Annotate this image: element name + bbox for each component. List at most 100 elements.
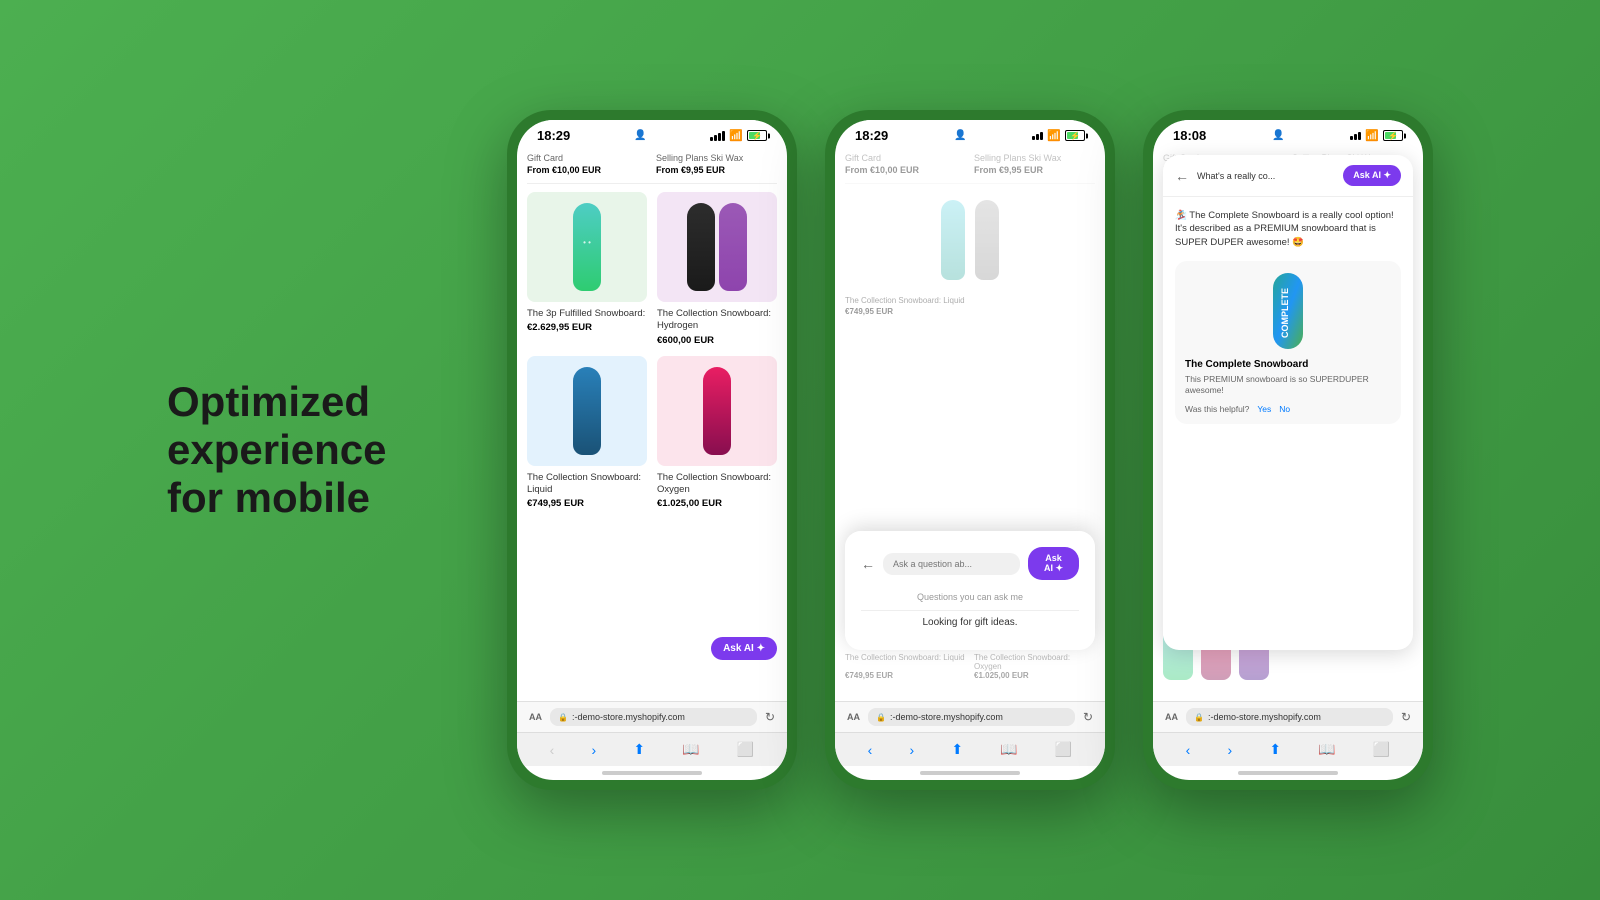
phone1-home-indicator [517,766,787,780]
phone1-browser-bar: AA 🔒 :-demo-store.myshopify.com ↻ [517,701,787,732]
phone3-aa[interactable]: AA [1165,712,1178,722]
phone3-nav-back[interactable]: ‹ [1186,742,1191,758]
home-bar-1 [602,771,702,775]
phone3-nav-forward[interactable]: › [1227,742,1232,758]
p2-bot-prod1-name: The Collection Snowboard: Liquid [845,653,966,671]
phone2-aa[interactable]: AA [847,712,860,722]
heading-line2: experience [167,426,386,473]
phone2-browser-bar: AA 🔒 :-demo-store.myshopify.com ↻ [835,701,1105,732]
product-card-1[interactable]: The 3p Fulfilled Snowboard: €2.629,95 EU… [527,192,647,346]
p2-gift-name: Gift Card [845,153,966,163]
p2-gift-price: From €10,00 EUR [845,165,966,175]
chat-product-card[interactable]: COMPLETE The Complete Snowboard This PRE… [1175,261,1401,424]
phone2-status-bar: 18:29 👤 📶 ⚡ [835,120,1105,147]
phone2-nav-tabs[interactable]: ⬜ [1055,741,1072,758]
phone2-url-bar[interactable]: 🔒 :-demo-store.myshopify.com [868,708,1075,726]
phone2-bottom-products: The Collection Snowboard: Liquid The Col… [845,653,1095,680]
product-grid: The 3p Fulfilled Snowboard: €2.629,95 EU… [527,192,777,509]
helpful-label: Was this helpful? [1185,404,1249,414]
bar1-3 [1350,136,1353,140]
modal-search-input[interactable] [883,553,1020,575]
phone3-browser-bar: AA 🔒 :-demo-store.myshopify.com ↻ [1153,701,1423,732]
bar2-2 [1036,134,1039,140]
product-image-1 [527,192,647,302]
phone1-scroll[interactable]: Gift Card From €10,00 EUR Selling Plans … [517,147,787,701]
helpful-no-btn[interactable]: No [1279,404,1290,414]
p2-prod1-name: The Collection Snowboard: Liquid [845,296,1095,305]
phone3-nav-tabs[interactable]: ⬜ [1373,741,1390,758]
battery-lightning: ⚡ [752,131,762,140]
phone1-nav-bar: ‹ › ⬆ 📖 ⬜ [517,732,787,766]
bar3 [718,133,721,141]
phone2-nav-forward[interactable]: › [909,742,914,758]
svg-text:COMPLETE: COMPLETE [1280,288,1290,338]
snowboard-pink [703,367,731,455]
phone3-url-bar[interactable]: 🔒 :-demo-store.myshopify.com [1186,708,1393,726]
product-name-1: The 3p Fulfilled Snowboard: [527,308,647,320]
bar4 [722,131,725,141]
modal-question-item[interactable]: Looking for gift ideas. [861,610,1079,634]
phone2-refresh[interactable]: ↻ [1083,710,1093,724]
phone1-nav-back[interactable]: ‹ [550,742,555,758]
phone3-status-icons: 📶 ⚡ [1350,129,1403,142]
ai-chat-panel: ← What's a really co... Ask AI ✦ 🏂 The C… [1163,155,1413,650]
phone3-nav-bookmarks[interactable]: 📖 [1318,741,1335,758]
phone1-nav-share[interactable]: ⬆ [633,741,645,758]
phone1-content: Gift Card From €10,00 EUR Selling Plans … [517,147,787,701]
product-price-1: €2.629,95 EUR [527,322,647,333]
wifi-icon-2: 📶 [1047,129,1061,142]
phone1-refresh[interactable]: ↻ [765,710,775,724]
phone1-nav-tabs[interactable]: ⬜ [737,741,754,758]
product-price-2: €600,00 EUR [657,335,777,346]
battery-icon-2: ⚡ [1065,130,1085,141]
gift-card-item: Gift Card From €10,00 EUR [527,153,648,175]
product-card-3[interactable]: The Collection Snowboard: Liquid €749,95… [527,356,647,510]
chat-back-btn[interactable]: ← [1175,168,1189,184]
modal-back-btn[interactable]: ← [861,556,875,572]
signal-bars-2 [1032,132,1043,140]
phone2-nav-bookmarks[interactable]: 📖 [1000,741,1017,758]
battery-icon-3: ⚡ [1383,130,1403,141]
product-card-2[interactable]: The Collection Snowboard: Hydrogen €600,… [657,192,777,346]
phone1-url-bar[interactable]: 🔒 :-demo-store.myshopify.com [550,708,757,726]
phone3-refresh[interactable]: ↻ [1401,710,1411,724]
snowboard-svg: COMPLETE [1263,271,1313,351]
phone3-status-bar: 18:08 👤 📶 ⚡ [1153,120,1423,147]
product-card-4[interactable]: The Collection Snowboard: Oxygen €1.025,… [657,356,777,510]
phone3-url-text: :-demo-store.myshopify.com [1208,712,1321,722]
product-price-3: €749,95 EUR [527,498,647,509]
product-price-4: €1.025,00 EUR [657,498,777,509]
bar2 [714,135,717,141]
chat-ask-btn[interactable]: Ask AI ✦ [1343,165,1401,186]
phone3-nav-share[interactable]: ⬆ [1269,741,1281,758]
modal-input-row: ← Ask AI ✦ [861,547,1079,580]
chat-product-name: The Complete Snowboard [1185,359,1391,370]
gift-row: Gift Card From €10,00 EUR Selling Plans … [527,147,777,184]
chat-product-image: COMPLETE [1258,271,1318,351]
phone1-aa[interactable]: AA [529,712,542,722]
phone2-url-text: :-demo-store.myshopify.com [890,712,1003,722]
p2-prod1-price: €749,95 EUR [845,307,1095,316]
phone1-person-icon: 👤 [634,130,646,141]
p2-sb-2 [975,200,999,280]
helpful-yes-btn[interactable]: Yes [1257,404,1271,414]
phone2-nav-share[interactable]: ⬆ [951,741,963,758]
phone-1: 18:29 👤 📶 ⚡ [507,110,797,790]
ask-ai-button-1[interactable]: Ask AI ✦ [711,637,777,660]
left-text-block: Optimized experience for mobile [167,378,447,523]
bar1-2 [1032,136,1035,140]
phone2-nav-back[interactable]: ‹ [868,742,873,758]
phone1-nav-bookmarks[interactable]: 📖 [682,741,699,758]
ask-ai-modal: ← Ask AI ✦ Questions you can ask me Look… [845,531,1095,650]
phone1-nav-forward[interactable]: › [591,742,596,758]
battery-icon: ⚡ [747,130,767,141]
modal-ask-btn[interactable]: Ask AI ✦ [1028,547,1079,580]
p2-selling-price: From €9,95 EUR [974,165,1095,175]
home-bar-2 [920,771,1020,775]
battery-lightning-2: ⚡ [1070,131,1080,140]
phone3-nav-bar: ‹ › ⬆ 📖 ⬜ [1153,732,1423,766]
modal-questions-label: Questions you can ask me [861,592,1079,602]
product-name-4: The Collection Snowboard: Oxygen [657,472,777,497]
wifi-icon-3: 📶 [1365,129,1379,142]
selling-plans-name: Selling Plans Ski Wax [656,153,777,163]
